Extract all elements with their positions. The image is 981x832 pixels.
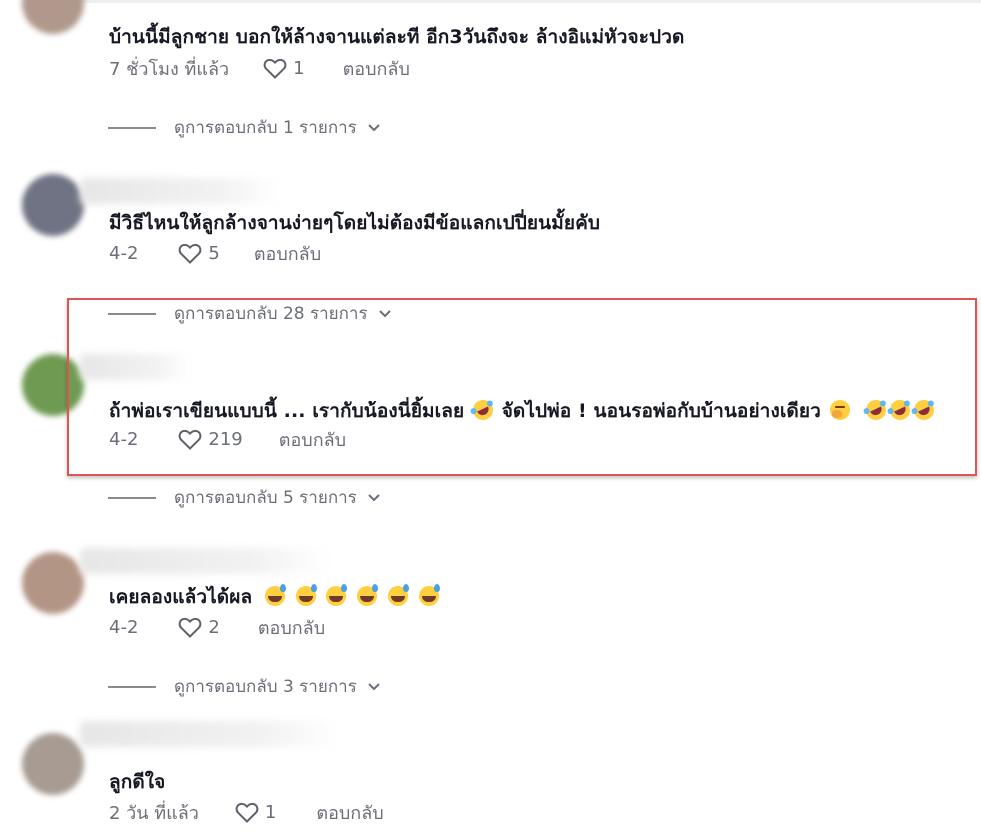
- view-replies-button[interactable]: ดูการตอบกลับ 3 รายการ: [108, 673, 381, 700]
- like-button[interactable]: 5: [178, 242, 220, 264]
- reply-button[interactable]: ตอบกลับ: [343, 54, 410, 83]
- comment-text-part1: เคยลองแล้วได้ผล: [109, 586, 253, 608]
- heart-outline-icon: [235, 802, 259, 823]
- chevron-down-icon: [368, 123, 380, 131]
- replies-line: [108, 496, 156, 499]
- username-blurred: [80, 548, 330, 574]
- view-replies-label: ดูการตอบกลับ 3 รายการ: [174, 677, 357, 697]
- heart-outline-icon: [263, 58, 287, 79]
- sweat-smile-emoji-icon: [418, 584, 440, 606]
- like-button[interactable]: 1: [235, 801, 276, 823]
- sweat-smile-emoji-icon: [357, 584, 379, 606]
- comment-time: 4-2: [109, 242, 139, 264]
- comment-item: บ้านนี้มีลูกชาย บอกให้ล้างจานแต่ละที อีก…: [0, 0, 981, 160]
- comment-meta: 2 วัน ที่แล้ว 1 ตอบกลับ: [109, 799, 384, 825]
- comment-meta: 4-2 5 ตอบกลับ: [109, 240, 321, 266]
- comment-meta: 7 ชั่วโมง ที่แล้ว 1 ตอบกลับ: [109, 55, 410, 81]
- like-count: 2: [208, 616, 220, 638]
- view-replies-label: ดูการตอบกลับ 5 รายการ: [174, 488, 357, 508]
- reply-button[interactable]: ตอบกลับ: [258, 613, 325, 642]
- like-button[interactable]: 1: [263, 57, 305, 79]
- comment-time: 4-2: [109, 616, 139, 638]
- replies-line: [108, 685, 156, 688]
- view-replies-button[interactable]: ดูการตอบกลับ 5 รายการ: [108, 484, 381, 511]
- like-button[interactable]: 2: [178, 616, 220, 638]
- sweat-smile-emoji-icon: [326, 584, 348, 606]
- comment-item: ลูกดีใจ 2 วัน ที่แล้ว 1 ตอบกลับ: [0, 715, 981, 832]
- comment-text: บ้านนี้มีลูกชาย บอกให้ล้างจานแต่ละที อีก…: [109, 26, 685, 48]
- reply-button[interactable]: ตอบกลับ: [316, 798, 383, 827]
- like-count: 5: [208, 242, 220, 264]
- reply-button[interactable]: ตอบกลับ: [254, 239, 321, 268]
- chevron-down-icon: [368, 682, 380, 690]
- username-blurred: [80, 178, 280, 204]
- sweat-smile-emoji-icon: [387, 584, 409, 606]
- view-replies-button[interactable]: ดูการตอบกลับ 1 รายการ: [108, 114, 381, 141]
- view-replies-label: ดูการตอบกลับ 1 รายการ: [174, 118, 357, 138]
- comment-text: ลูกดีใจ: [109, 771, 166, 793]
- avatar[interactable]: [22, 174, 84, 236]
- comment-item: เคยลองแล้วได้ผล 4-2 2 ตอบกลับ ดูการตอบกล…: [0, 540, 981, 710]
- comment-text: เคยลองแล้วได้ผล: [109, 582, 441, 612]
- heart-outline-icon: [179, 243, 202, 264]
- sweat-smile-emoji-icon: [264, 584, 286, 606]
- sweat-smile-emoji-icon: [295, 584, 317, 606]
- avatar[interactable]: [22, 552, 84, 614]
- comment-time: 7 ชั่วโมง ที่แล้ว: [109, 58, 230, 80]
- heart-outline-icon: [179, 617, 202, 638]
- comment-time: 2 วัน ที่แล้ว: [109, 802, 199, 824]
- comment-meta: 4-2 2 ตอบกลับ: [109, 614, 325, 640]
- avatar[interactable]: [22, 0, 84, 34]
- comment-text: มีวิธีไหนให้ลูกล้างจานง่ายๆโดยไม่ต้องมีข…: [109, 212, 601, 234]
- like-count: 1: [264, 801, 277, 823]
- highlight-annotation-box: [67, 298, 977, 476]
- like-count: 1: [293, 57, 305, 79]
- chevron-down-icon: [368, 493, 380, 501]
- replies-line: [108, 126, 156, 129]
- username-blurred: [80, 721, 340, 747]
- avatar[interactable]: [22, 733, 84, 795]
